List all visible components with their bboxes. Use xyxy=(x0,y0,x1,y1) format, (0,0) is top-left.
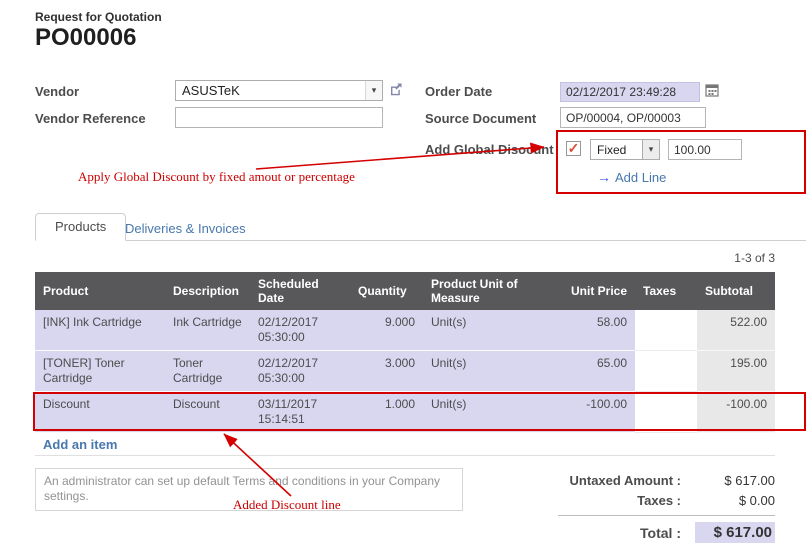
order-date-value: 02/12/2017 23:49:28 xyxy=(566,85,676,99)
tabbar-divider xyxy=(35,240,806,241)
add-an-item-link[interactable]: Add an item xyxy=(43,437,117,452)
col-product: Product xyxy=(35,272,165,310)
discount-type-value: Fixed xyxy=(591,143,642,157)
untaxed-amount-row: Untaxed Amount : $ 617.00 xyxy=(558,473,775,488)
cell-unit-price[interactable]: 58.00 xyxy=(563,310,635,351)
cell-quantity[interactable]: 9.000 xyxy=(350,310,423,351)
cell-scheduled-date[interactable]: 02/12/2017 05:30:00 xyxy=(250,351,350,392)
col-quantity: Quantity xyxy=(350,272,423,310)
cell-product[interactable]: [TONER] Toner Cartridge xyxy=(35,351,165,392)
add-line-button[interactable]: → Add Line xyxy=(597,169,666,187)
col-uom: Product Unit of Measure xyxy=(423,272,563,310)
cell-taxes[interactable] xyxy=(635,351,697,392)
tab-products[interactable]: Products xyxy=(35,213,126,241)
cell-subtotal: -100.00 xyxy=(697,392,775,433)
cell-subtotal: 522.00 xyxy=(697,310,775,351)
totals-divider xyxy=(558,515,775,516)
source-document-input[interactable] xyxy=(560,107,706,128)
doc-type-label: Request for Quotation xyxy=(35,10,162,24)
taxes-row: Taxes : $ 0.00 xyxy=(558,493,775,508)
annotation-note-bottom: Added Discount line xyxy=(233,497,341,513)
cell-taxes[interactable] xyxy=(635,310,697,351)
cell-product[interactable]: Discount xyxy=(35,392,165,433)
vendor-reference-input[interactable] xyxy=(175,107,383,128)
col-unit-price: Unit Price xyxy=(563,272,635,310)
external-link-icon[interactable] xyxy=(389,82,403,101)
cell-product[interactable]: [INK] Ink Cartridge xyxy=(35,310,165,351)
vendor-reference-label: Vendor Reference xyxy=(35,111,146,126)
col-subtotal: Subtotal xyxy=(697,272,775,310)
cell-description[interactable]: Discount xyxy=(165,392,250,433)
col-description: Description xyxy=(165,272,250,310)
cell-uom[interactable]: Unit(s) xyxy=(423,351,563,392)
purchase-order-form: Request for Quotation PO00006 Vendor ASU… xyxy=(0,0,810,546)
cell-scheduled-date[interactable]: 02/12/2017 05:30:00 xyxy=(250,310,350,351)
untaxed-amount-label: Untaxed Amount : xyxy=(558,473,695,488)
chevron-down-icon: ▾ xyxy=(365,81,382,100)
table-header-row: Product Description Scheduled Date Quant… xyxy=(35,272,775,310)
vendor-select[interactable]: ASUSTeK ▾ xyxy=(175,80,383,101)
taxes-label: Taxes : xyxy=(558,493,695,508)
annotation-note-top: Apply Global Discount by fixed amout or … xyxy=(78,169,355,185)
cell-scheduled-date[interactable]: 03/11/2017 15:14:51 xyxy=(250,392,350,433)
taxes-value: $ 0.00 xyxy=(695,493,775,508)
add-line-label: Add Line xyxy=(615,170,666,185)
total-value: $ 617.00 xyxy=(695,522,775,543)
discount-type-select[interactable]: Fixed ▾ xyxy=(590,139,660,160)
table-row-discount[interactable]: Discount Discount 03/11/2017 15:14:51 1.… xyxy=(35,392,775,433)
global-discount-label: Add Global Disocunt xyxy=(425,142,554,157)
cell-subtotal: 195.00 xyxy=(697,351,775,392)
vendor-label: Vendor xyxy=(35,84,79,99)
total-label: Total : xyxy=(558,525,695,541)
tab-deliveries-invoices[interactable]: Deliveries & Invoices xyxy=(125,221,246,236)
table-row[interactable]: [TONER] Toner Cartridge Toner Cartridge … xyxy=(35,351,775,392)
cell-uom[interactable]: Unit(s) xyxy=(423,310,563,351)
global-discount-checkbox[interactable]: ✓ xyxy=(566,141,581,156)
discount-amount-input[interactable] xyxy=(668,139,742,160)
order-date-label: Order Date xyxy=(425,84,492,99)
cell-quantity[interactable]: 1.000 xyxy=(350,392,423,433)
cell-taxes[interactable] xyxy=(635,392,697,433)
cell-description[interactable]: Ink Cartridge xyxy=(165,310,250,351)
vendor-value: ASUSTeK xyxy=(176,83,365,98)
cell-quantity[interactable]: 3.000 xyxy=(350,351,423,392)
order-lines-table: Product Description Scheduled Date Quant… xyxy=(35,272,775,433)
source-document-label: Source Document xyxy=(425,111,536,126)
arrow-right-icon: → xyxy=(597,169,611,185)
col-scheduled-date: Scheduled Date xyxy=(250,272,350,310)
totals-block: Untaxed Amount : $ 617.00 Taxes : $ 0.00… xyxy=(558,473,775,546)
order-date-field[interactable]: 02/12/2017 23:49:28 xyxy=(560,82,700,102)
calendar-icon[interactable] xyxy=(705,83,719,102)
total-row: Total : $ 617.00 xyxy=(558,522,775,543)
page-title: PO00006 xyxy=(35,24,136,52)
cell-description[interactable]: Toner Cartridge xyxy=(165,351,250,392)
chevron-down-icon: ▾ xyxy=(642,140,659,159)
cell-unit-price[interactable]: 65.00 xyxy=(563,351,635,392)
pager-label: 1-3 of 3 xyxy=(734,251,775,265)
cell-unit-price[interactable]: -100.00 xyxy=(563,392,635,433)
untaxed-amount-value: $ 617.00 xyxy=(695,473,775,488)
cell-uom[interactable]: Unit(s) xyxy=(423,392,563,433)
col-taxes: Taxes xyxy=(635,272,697,310)
table-bottom-divider xyxy=(35,455,775,456)
table-row[interactable]: [INK] Ink Cartridge Ink Cartridge 02/12/… xyxy=(35,310,775,351)
